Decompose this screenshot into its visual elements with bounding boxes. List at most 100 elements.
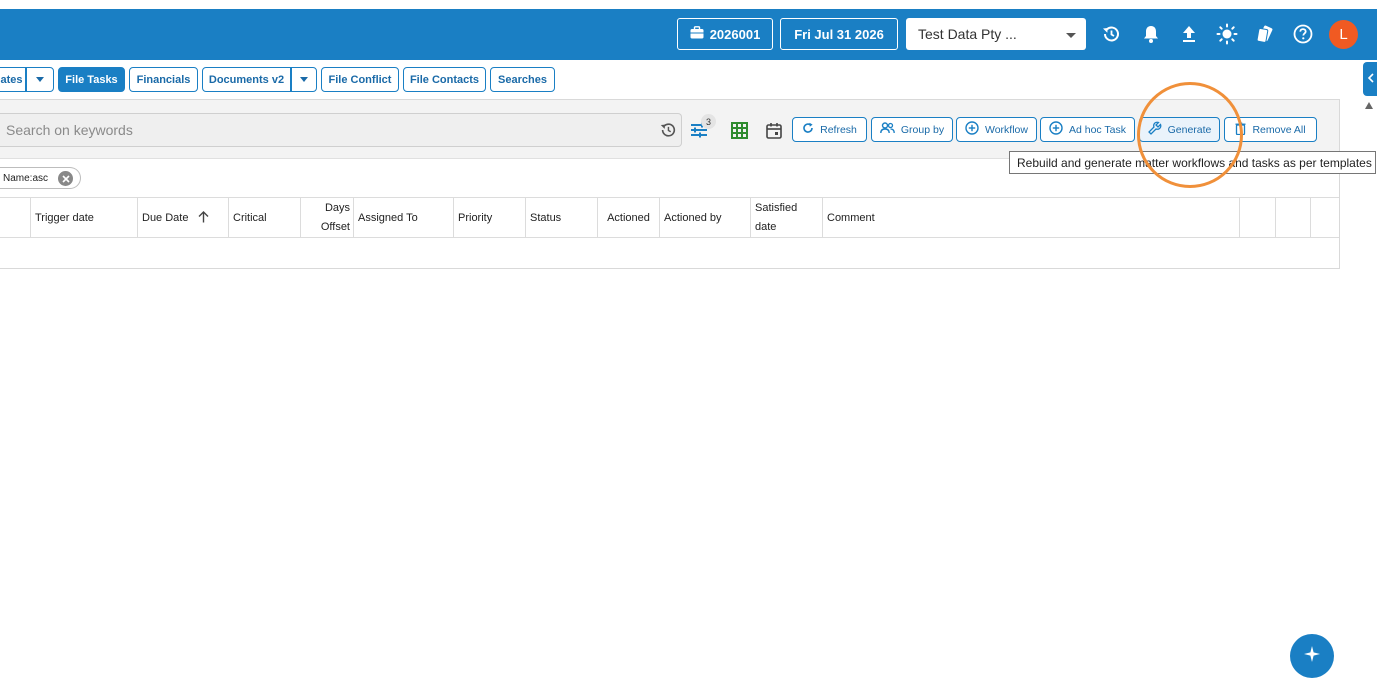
column-label: Trigger date [35, 212, 94, 224]
column-label: Status [530, 212, 562, 224]
tab-file-conflict[interactable]: File Conflict [321, 67, 399, 92]
search-box [0, 113, 682, 147]
sparkle-icon [1304, 646, 1320, 667]
column-comment[interactable]: Comment [823, 198, 1240, 238]
ad-hoc-task-label: Ad hoc Task [1068, 123, 1126, 136]
column-label: Critical [233, 212, 267, 224]
refresh-label: Refresh [820, 123, 857, 136]
column-priority[interactable]: Priority [454, 198, 526, 238]
tab-file-tasks[interactable]: File Tasks [58, 67, 125, 92]
column-days-offset[interactable]: Days Offset [301, 198, 354, 238]
generate-tooltip: Rebuild and generate matter workflows an… [1009, 151, 1376, 174]
search-input[interactable] [6, 122, 655, 138]
tab-ates[interactable]: ates [0, 67, 26, 92]
tab-label: Documents v2 [208, 73, 285, 86]
column-status[interactable]: Status [526, 198, 598, 238]
column-label: Assigned To [358, 212, 418, 224]
date-label: Fri Jul 31 2026 [794, 26, 884, 42]
sun-icon[interactable] [1216, 23, 1238, 45]
tab-label: File Contacts [409, 73, 480, 86]
bell-icon[interactable] [1140, 23, 1162, 45]
workflow-label: Workflow [985, 123, 1028, 136]
column-assigned-to[interactable]: Assigned To [354, 198, 454, 238]
company-select-value: Test Data Pty ... [918, 26, 1017, 42]
calendar-icon[interactable] [764, 121, 783, 139]
tab-label: File Conflict [328, 73, 392, 86]
wrench-icon [1147, 121, 1162, 138]
ad-hoc-task-button[interactable]: Ad hoc Task [1040, 117, 1135, 142]
tab-documents-v2[interactable]: Documents v2 [202, 67, 291, 92]
matter-number-button[interactable]: 2026001 [677, 18, 773, 50]
top-header-bar: 2026001 Fri Jul 31 2026 Test Data Pty ..… [0, 9, 1377, 60]
column-label: Days [324, 202, 350, 214]
column-extra-3[interactable] [1311, 198, 1339, 238]
sort-chip-label: Name:asc [3, 172, 49, 184]
sort-up-arrow-icon [198, 210, 209, 226]
tab-ates-dropdown[interactable] [26, 67, 54, 92]
grid-view-icon[interactable] [730, 121, 749, 139]
trash-icon [1235, 122, 1246, 138]
column-label: Actioned by [664, 212, 722, 224]
people-icon [879, 122, 895, 137]
refresh-icon [802, 122, 814, 137]
column-label: Due Date [142, 212, 189, 224]
company-select[interactable]: Test Data Pty ... [906, 18, 1086, 50]
tab-financials[interactable]: Financials [129, 67, 198, 92]
column-label: date [755, 221, 777, 233]
column-label: Offset [320, 221, 350, 233]
filter-count: 3 [705, 116, 711, 127]
generate-label: Generate [1167, 123, 1212, 136]
close-icon[interactable] [58, 171, 73, 186]
search-history-icon[interactable] [655, 121, 681, 139]
column-trigger-date[interactable]: Trigger date [31, 198, 138, 238]
assistant-fab-button[interactable] [1290, 634, 1334, 678]
plus-circle-icon [1049, 121, 1063, 138]
tab-label: Searches [498, 73, 547, 86]
remove-all-button[interactable]: Remove All [1224, 117, 1317, 142]
column-label: Satisfied [755, 202, 798, 214]
column-extra-2[interactable] [1276, 198, 1311, 238]
avatar-initial: L [1339, 26, 1348, 43]
side-panel-toggle[interactable] [1363, 62, 1377, 96]
column-due-date[interactable]: Due Date [138, 198, 229, 238]
column-satisfied-date[interactable]: Satisfied date [751, 198, 823, 238]
chevron-down-icon [1066, 26, 1076, 42]
column-label: Priority [458, 212, 493, 224]
tab-searches[interactable]: Searches [490, 67, 555, 92]
generate-button[interactable]: Generate [1139, 117, 1220, 142]
refresh-button[interactable]: Refresh [792, 117, 867, 142]
upload-icon[interactable] [1178, 23, 1200, 45]
remove-all-label: Remove All [1252, 123, 1306, 136]
cards-icon[interactable] [1254, 23, 1276, 45]
tab-label: Financials [136, 73, 191, 86]
table-header: Trigger date Due Date Critical Days Offs… [0, 197, 1339, 238]
plus-circle-icon [965, 121, 979, 138]
scrollbar-up-arrow[interactable] [1365, 102, 1373, 109]
column-actioned[interactable]: Actioned [598, 198, 660, 238]
tooltip-text: Rebuild and generate matter workflows an… [1017, 155, 1372, 170]
user-avatar[interactable]: L [1329, 20, 1358, 49]
chevron-left-icon [1367, 70, 1374, 88]
filter-count-badge: 3 [701, 114, 716, 129]
column-critical[interactable]: Critical [229, 198, 301, 238]
briefcase-icon [690, 26, 704, 42]
group-by-button[interactable]: Group by [871, 117, 953, 142]
help-icon[interactable] [1292, 23, 1314, 45]
column-actioned-by[interactable]: Actioned by [660, 198, 751, 238]
tab-label: ates [0, 73, 23, 86]
tab-documents-v2-dropdown[interactable] [291, 67, 317, 92]
history-icon[interactable] [1100, 23, 1122, 45]
workflow-button[interactable]: Workflow [956, 117, 1037, 142]
caret-down-icon [300, 77, 308, 82]
date-button[interactable]: Fri Jul 31 2026 [780, 18, 898, 50]
column-extra-1[interactable] [1240, 198, 1276, 238]
column-select[interactable] [0, 198, 31, 238]
column-label: Actioned [607, 212, 650, 224]
matter-number-label: 2026001 [709, 26, 761, 42]
tab-label: File Tasks [65, 73, 118, 86]
top-margin [0, 0, 1377, 9]
tab-file-contacts[interactable]: File Contacts [403, 67, 486, 92]
caret-down-icon [36, 77, 44, 82]
column-label: Comment [827, 212, 875, 224]
sort-chip: Name:asc [0, 167, 81, 189]
